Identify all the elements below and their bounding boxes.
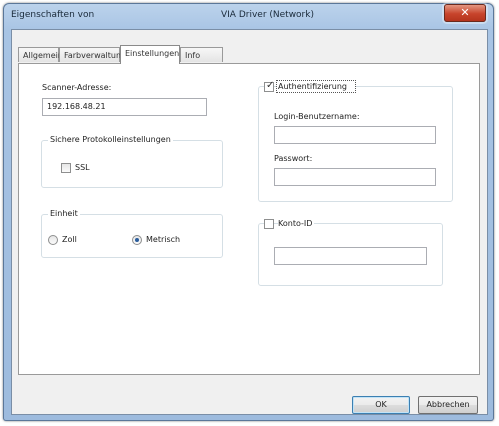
tab-farbverwaltung[interactable]: Farbverwaltung (59, 47, 126, 62)
auth-checkbox[interactable]: ✓ (264, 80, 275, 92)
close-icon: ✕ (460, 6, 470, 19)
close-button[interactable]: ✕ (444, 4, 486, 22)
title-bar[interactable]: Eigenschaften von VIA Driver (Network) ✕ (3, 3, 494, 29)
secure-protocol-group: Sichere Protokolleinstellungen SSL (41, 135, 223, 188)
radio-selected-dot (135, 238, 139, 242)
login-username-label: Login-Benutzername: (274, 112, 360, 121)
unit-group: Einheit Zoll Metrisch (41, 209, 223, 258)
account-id-checkbox[interactable] (264, 219, 274, 229)
account-id-label: Konto-ID (278, 219, 315, 228)
account-id-group: Konto-ID (258, 219, 443, 286)
tab-allgemein[interactable]: Allgemein (18, 47, 63, 62)
tab-einstellungen[interactable]: Einstellungen (120, 45, 180, 64)
account-id-input[interactable] (274, 247, 427, 265)
settings-panel: Scanner-Adresse: 192.168.48.21 Sichere P… (18, 63, 480, 375)
unit-metrisch-label: Metrisch (146, 235, 181, 244)
unit-zoll-label: Zoll (62, 235, 77, 244)
ssl-checkbox[interactable] (61, 163, 71, 173)
auth-label: Authentifizierung (278, 82, 347, 91)
tab-info-ueber[interactable]: Info über (180, 47, 223, 75)
unit-group-title: Einheit (48, 209, 80, 218)
password-label: Passwort: (274, 154, 313, 163)
title-prefix: Eigenschaften von (11, 10, 95, 20)
title-device-name: VIA Driver (Network) (221, 10, 314, 20)
secure-protocol-group-title: Sichere Protokolleinstellungen (48, 135, 173, 144)
dialog-window: Eigenschaften von VIA Driver (Network) ✕… (3, 3, 494, 421)
scanner-address-label: Scanner-Adresse: (42, 83, 112, 92)
password-input[interactable] (274, 168, 436, 186)
check-mark-icon: ✓ (266, 80, 275, 91)
ssl-label: SSL (75, 163, 90, 172)
scanner-address-input[interactable]: 192.168.48.21 (42, 98, 207, 116)
ok-button[interactable]: OK (352, 396, 410, 414)
unit-zoll-radio[interactable] (48, 235, 58, 245)
dialog-client-area: Allgemein Farbverwaltung Einstellungen I… (11, 29, 488, 415)
cancel-button[interactable]: Abbrechen (418, 396, 478, 414)
login-username-input[interactable] (274, 126, 436, 144)
auth-group: ✓ Authentifizierung Login-Benutzername: … (258, 80, 453, 202)
unit-metrisch-radio[interactable] (132, 235, 142, 245)
